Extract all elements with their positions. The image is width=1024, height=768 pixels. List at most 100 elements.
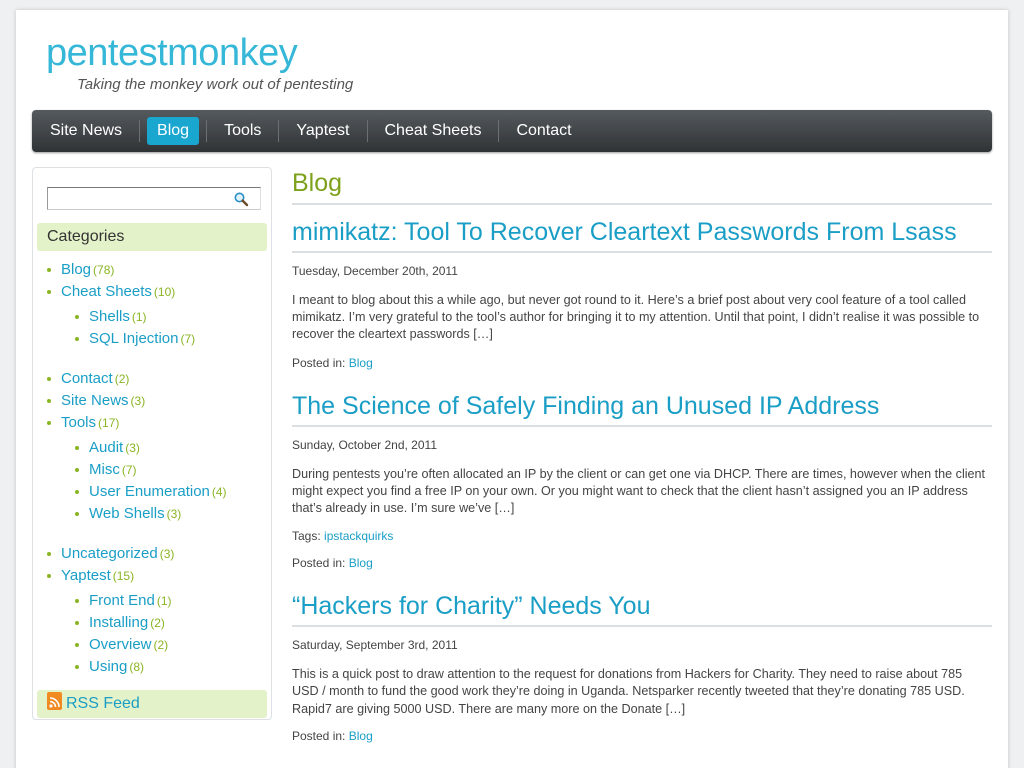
category-list: Blog (78) Cheat Sheets (10) Shells (1) SQL … — [33, 259, 271, 696]
category-item: Contact (2) — [33, 368, 271, 390]
subcategory-list: Shells (1) SQL Injection (7) — [61, 306, 271, 350]
category-item: Blog (78) — [33, 259, 271, 281]
search-input[interactable] — [48, 188, 228, 208]
category-item: Cheat Sheets (10) Shells (1) SQL Injection… — [33, 281, 271, 350]
rss-icon[interactable] — [47, 692, 62, 710]
post-title: “Hackers for Charity” Needs You — [292, 585, 992, 628]
rss-feed-link[interactable]: RSS Feed — [66, 695, 140, 712]
nav-item-yaptest[interactable]: Yaptest — [286, 117, 359, 145]
post-category: Posted in: Blog — [292, 355, 992, 371]
subcategory-item: Installing (2) — [61, 612, 271, 634]
category-count: (3) — [125, 441, 140, 455]
search-box — [47, 187, 261, 210]
category-link-installing[interactable]: Installing — [89, 614, 148, 631]
magnifier-icon[interactable] — [233, 191, 249, 207]
category-link-front-end[interactable]: Front End — [89, 592, 155, 609]
category-count: (4) — [211, 485, 227, 499]
subcategory-item: Web Shells (3) — [61, 503, 271, 525]
subcategory-item: Front End (1) — [61, 590, 271, 612]
post-category: Posted in: Blog — [292, 555, 992, 571]
post-tags: Tags: ipstackquirks — [292, 528, 992, 544]
subcategory-list: Front End (1) Installing (2) Overview (2) U… — [61, 590, 271, 678]
category-count: (1) — [156, 594, 172, 608]
category-count: (3) — [130, 394, 146, 408]
category-count: (2) — [114, 372, 130, 386]
post-date: Tuesday, December 20th, 2011 — [292, 264, 458, 278]
subcategory-item: SQL Injection (7) — [61, 328, 271, 350]
category-count: (1) — [131, 310, 147, 324]
nav-item-tools[interactable]: Tools — [214, 117, 271, 145]
post-category-link[interactable]: Blog — [349, 356, 373, 370]
subcategory-item: User Enumeration (4) — [61, 481, 271, 503]
page-title: Blog — [292, 167, 992, 205]
site-tagline: Taking the monkey work out of pentesting — [77, 76, 354, 93]
post-title-link[interactable]: “Hackers for Charity” Needs You — [292, 592, 650, 620]
category-count: (7) — [121, 463, 137, 477]
category-link-web-shells[interactable]: Web Shells — [89, 505, 165, 522]
category-count: (2) — [150, 616, 165, 630]
category-count: (8) — [129, 660, 145, 674]
subcategory-item: Overview (2) — [61, 634, 271, 656]
nav-item-blog[interactable]: Blog — [147, 117, 200, 145]
category-link-misc[interactable]: Misc — [89, 461, 120, 478]
category-link-user-enumeration[interactable]: User Enumeration — [89, 483, 210, 500]
post-title: mimikatz: Tool To Recover Cleartext Pass… — [292, 211, 992, 253]
category-item: Uncategorized (3) — [33, 543, 271, 565]
post: “Hackers for Charity” Needs You Saturday… — [292, 585, 992, 744]
post-category-link[interactable]: Blog — [349, 729, 373, 743]
category-count: (2) — [153, 638, 169, 652]
category-link-blog[interactable]: Blog — [61, 261, 91, 278]
subcategory-list: Audit (3) Misc (7) User Enumeration (4) Web… — [61, 437, 271, 525]
tags-label: Tags: — [292, 529, 321, 544]
category-count: (78) — [93, 263, 115, 277]
site-title[interactable]: pentestmonkey — [46, 32, 298, 75]
category-link-using[interactable]: Using — [89, 658, 127, 675]
category-link-cheat-sheets[interactable]: Cheat Sheets — [61, 283, 152, 300]
post-category-link[interactable]: Blog — [349, 556, 373, 570]
category-count: (10) — [153, 285, 176, 299]
category-count: (3) — [166, 507, 182, 521]
category-link-audit[interactable]: Audit — [89, 439, 123, 456]
post-title-link[interactable]: The Science of Safely Finding an Unused … — [292, 392, 879, 420]
nav-item-cheat-sheets[interactable]: Cheat Sheets — [375, 117, 492, 145]
posted-in-label: Posted in: — [292, 728, 346, 743]
subcategory-item: Shells (1) — [61, 306, 271, 328]
nav-item-contact[interactable]: Contact — [506, 117, 581, 145]
post-title-link[interactable]: mimikatz: Tool To Recover Cleartext Pass… — [292, 218, 957, 246]
post-excerpt: During pentests you’re often allocated a… — [292, 466, 986, 516]
category-count: (3) — [159, 547, 175, 561]
post: The Science of Safely Finding an Unused … — [292, 385, 992, 572]
subcategory-item: Audit (3) — [61, 437, 271, 459]
category-link-contact[interactable]: Contact — [61, 370, 113, 387]
main-content: Blog mimikatz: Tool To Recover Cleartext… — [292, 167, 992, 744]
page-container: pentestmonkey Taking the monkey work out… — [16, 10, 1008, 768]
category-item: Yaptest (15) Front End (1) Installing (2) O… — [33, 565, 271, 678]
category-count: (15) — [112, 569, 135, 583]
category-count: (7) — [180, 332, 196, 346]
post-tag-link[interactable]: ipstackquirks — [324, 529, 393, 543]
post-excerpt: This is a quick post to draw attention t… — [292, 667, 965, 716]
post: mimikatz: Tool To Recover Cleartext Pass… — [292, 211, 992, 371]
subcategory-item: Misc (7) — [61, 459, 271, 481]
posted-in-label: Posted in: — [292, 355, 346, 370]
category-link-shells[interactable]: Shells — [89, 308, 130, 325]
sidebar: Categories Blog (78) Cheat Sheets (10) She… — [32, 167, 272, 720]
nav-item-site-news[interactable]: Site News — [40, 117, 132, 145]
post-excerpt: I meant to blog about this a while ago, … — [292, 293, 980, 342]
main-nav: Site News Blog Tools Yaptest Cheat Sheet… — [32, 110, 992, 152]
post-title: The Science of Safely Finding an Unused … — [292, 385, 992, 427]
post-category: Posted in: Blog — [292, 728, 992, 744]
category-link-tools[interactable]: Tools — [61, 414, 96, 431]
category-item: Tools (17) Audit (3) Misc (7) User Enumerat… — [33, 412, 271, 525]
category-item: Site News (3) — [33, 390, 271, 412]
post-date: Sunday, October 2nd, 2011 — [292, 437, 437, 452]
category-link-sql-injection[interactable]: SQL Injection — [89, 330, 179, 347]
category-link-uncategorized[interactable]: Uncategorized — [61, 545, 158, 562]
category-link-site-news[interactable]: Site News — [61, 392, 129, 409]
category-link-overview[interactable]: Overview — [89, 636, 152, 653]
category-count: (17) — [98, 416, 120, 430]
categories-heading: Categories — [37, 223, 267, 251]
rss-feed-widget: RSS Feed — [37, 690, 267, 718]
subcategory-item: Using (8) — [61, 656, 271, 678]
category-link-yaptest[interactable]: Yaptest — [61, 567, 111, 584]
